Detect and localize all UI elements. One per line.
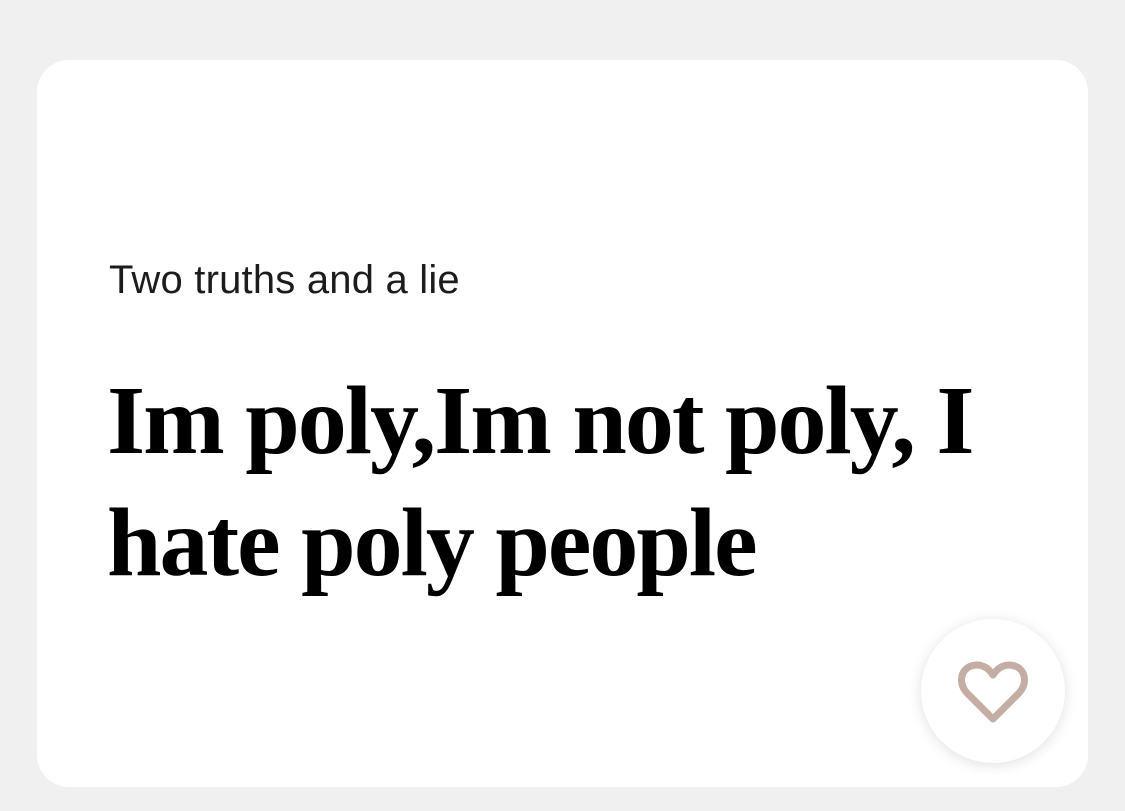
heart-icon	[958, 661, 1028, 723]
prompt-answer: Im poly,Im not poly, I hate poly people	[107, 367, 974, 597]
page: Two truths and a lie Im poly,Im not poly…	[0, 0, 1125, 811]
prompt-card: Two truths and a lie Im poly,Im not poly…	[37, 60, 1088, 787]
prompt-label: Two truths and a lie	[109, 258, 460, 302]
like-button[interactable]	[921, 619, 1065, 763]
